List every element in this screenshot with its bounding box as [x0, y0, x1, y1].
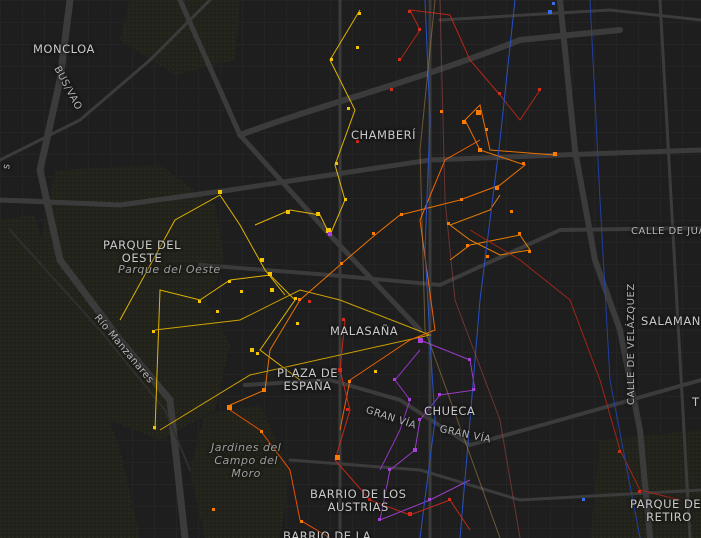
- label-plaza-line2: ESPAÑA: [283, 379, 332, 393]
- map-view[interactable]: MONCLOA BUS/VAO CHAMBERÍ PARQUE DEL OEST…: [0, 0, 701, 538]
- label-jardines-line2: Campo del: [214, 454, 278, 467]
- label-moncloa: MONCLOA: [33, 42, 95, 56]
- label-calle-de-juan: CALLE DE JUA: [631, 226, 701, 237]
- label-malasana: MALASAÑA: [330, 324, 399, 338]
- label-calle-velazquez: CALLE DE VELÁZQUEZ: [626, 283, 637, 405]
- label-edge-t: T: [692, 395, 700, 409]
- label-barrio-bottom: BARRIO DE LA: [283, 529, 372, 538]
- label-parque-del-oeste: PARQUE DEL OESTE: [103, 239, 181, 265]
- label-austrias-line2: AUSTRIAS: [327, 500, 389, 514]
- label-jardines-line3: Moro: [231, 467, 261, 480]
- label-salamanca: SALAMANC: [641, 314, 701, 328]
- label-park-oeste: Parque del Oeste: [118, 263, 221, 276]
- map-canvas[interactable]: [0, 0, 701, 538]
- label-jardines-line1: Jardines del: [211, 441, 282, 454]
- label-jardines: Jardines del Campo del Moro: [211, 441, 281, 480]
- label-chueca: CHUECA: [424, 404, 476, 418]
- label-parque-retiro: PARQUE DEL RETIRO: [630, 498, 701, 524]
- label-retiro-line2: RETIRO: [646, 510, 692, 524]
- label-chamberi: CHAMBERÍ: [351, 128, 417, 142]
- label-barrio-austrias: BARRIO DE LOS AUSTRIAS: [310, 488, 406, 514]
- label-plaza-de-espana: PLAZA DE ESPAÑA: [277, 367, 338, 393]
